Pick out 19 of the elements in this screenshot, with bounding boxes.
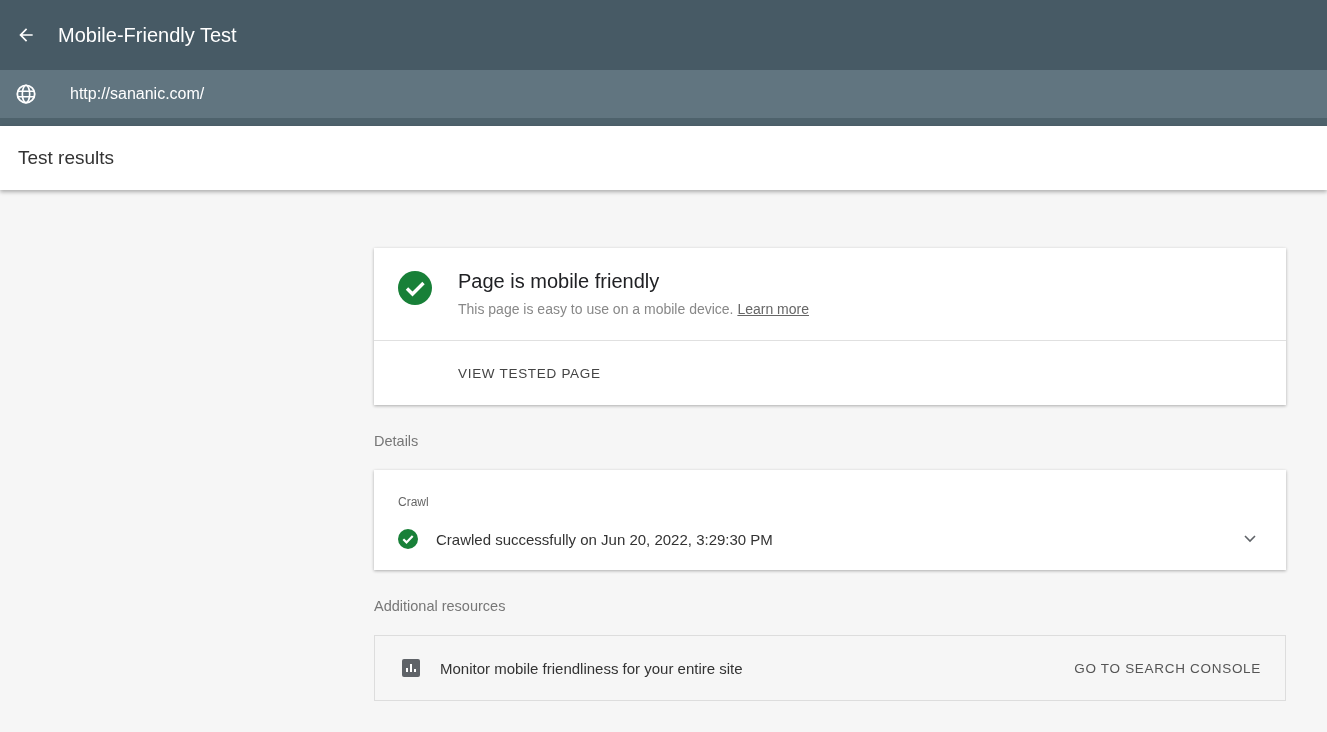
globe-icon <box>15 83 37 105</box>
result-description: This page is easy to use on a mobile device. <box>458 301 734 317</box>
result-title: Page is mobile friendly <box>458 270 661 293</box>
crawl-status-row[interactable]: Crawled successfully on Jun 20, 2022, 3:29:30 PM <box>398 509 1262 569</box>
page-title: Test results <box>18 147 115 169</box>
check-circle-icon <box>398 529 418 549</box>
go-to-search-console-button[interactable]: GO TO SEARCH CONSOLE <box>1074 660 1261 676</box>
view-tested-page-button[interactable]: VIEW TESTED PAGE <box>458 365 601 381</box>
check-circle-icon <box>398 271 432 305</box>
resource-text: Monitor mobile friendliness for your entire site <box>440 659 744 677</box>
learn-more-link[interactable]: Learn more <box>737 301 809 317</box>
url-text[interactable]: http://sananic.com/ <box>70 85 205 103</box>
chevron-icon[interactable] <box>1244 535 1256 543</box>
crawl-status: Crawled successfully on Jun 20, 2022, 3:29:30 PM <box>436 530 774 548</box>
section-heading: Details <box>374 432 420 451</box>
app-title: Mobile-Friendly Test <box>58 23 237 47</box>
section-heading: Additional resources <box>374 597 507 616</box>
section-label: Crawl <box>398 495 430 509</box>
bar-chart-icon <box>402 659 420 677</box>
